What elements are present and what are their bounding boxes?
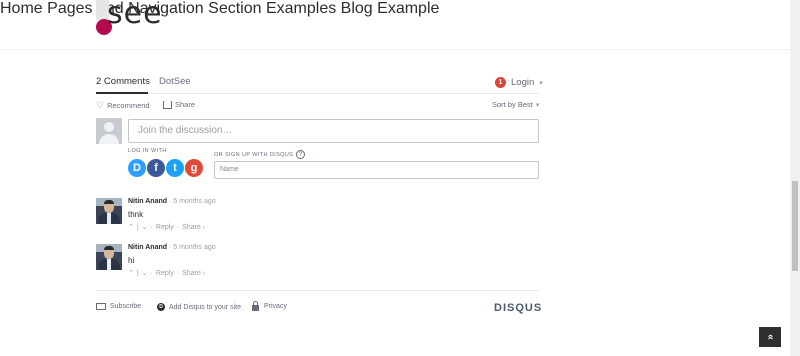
avatar-shirt bbox=[107, 259, 111, 270]
comment-text: thnk bbox=[128, 210, 144, 219]
separator: · bbox=[150, 224, 153, 231]
share-link[interactable]: Share › bbox=[182, 224, 205, 231]
comment-author[interactable]: Nitin Anand bbox=[128, 244, 167, 251]
tab-comments[interactable]: 2 Comments bbox=[96, 76, 150, 87]
comment-meta: Nitin Anand · 5 months ago bbox=[128, 244, 216, 251]
comment-actions: ⌃ | ⌄ · Reply · Share › bbox=[128, 269, 208, 277]
site-header: see Home Pages and Navigation Section Ex… bbox=[0, 0, 790, 50]
nav-blog-example[interactable]: Blog Example bbox=[341, 0, 440, 17]
avatar-hair bbox=[104, 246, 114, 250]
active-tab-indicator bbox=[96, 92, 148, 94]
envelope-icon bbox=[96, 303, 106, 310]
separator: · bbox=[176, 224, 180, 231]
share-button[interactable]: Share bbox=[163, 100, 195, 109]
vote-divider: | bbox=[136, 270, 139, 277]
sort-dropdown[interactable]: Sort by Best ▾ bbox=[492, 100, 539, 109]
login-with-heading: LOG IN WITH bbox=[128, 148, 167, 154]
reply-button[interactable]: Reply bbox=[156, 270, 174, 277]
comment-meta: Nitin Anand · 5 months ago bbox=[128, 198, 216, 205]
default-avatar bbox=[96, 118, 122, 144]
add-disqus-link[interactable]: D Add Disqus to your site bbox=[157, 303, 241, 311]
recommend-label: Recommend bbox=[107, 101, 150, 110]
help-icon[interactable]: ? bbox=[296, 150, 306, 159]
avatar-shirt bbox=[107, 213, 111, 224]
reply-button[interactable]: Reply bbox=[156, 224, 174, 231]
facebook-login-button[interactable]: f bbox=[147, 159, 165, 177]
twitter-login-button[interactable]: t bbox=[166, 159, 184, 177]
login-menu[interactable]: 1 Login ▾ bbox=[495, 77, 543, 88]
disqus-tabs: 2 Comments DotSee bbox=[96, 76, 539, 94]
upvote-icon[interactable]: ⌃ bbox=[128, 224, 134, 231]
site-logo[interactable]: see bbox=[96, 0, 162, 38]
avatar[interactable] bbox=[96, 244, 122, 270]
chevron-down-icon: ▾ bbox=[535, 101, 540, 109]
logo-text: see bbox=[107, 0, 163, 31]
add-disqus-label: Add Disqus to your site bbox=[169, 303, 241, 311]
scrollbar-track[interactable] bbox=[790, 0, 800, 356]
chevron-down-icon: ▾ bbox=[539, 79, 543, 87]
signup-heading: OR SIGN UP WITH DISQUS? bbox=[214, 150, 306, 159]
nav-home[interactable]: Home bbox=[0, 0, 43, 17]
login-label: Login bbox=[511, 77, 535, 88]
lock-icon bbox=[252, 300, 259, 311]
recommend-button[interactable]: ♡ Recommend bbox=[96, 100, 150, 111]
downvote-icon[interactable]: ⌄ bbox=[142, 270, 148, 277]
tab-community[interactable]: DotSee bbox=[159, 76, 191, 87]
separator: · bbox=[150, 270, 153, 277]
notification-badge: 1 bbox=[495, 77, 506, 88]
heart-icon: ♡ bbox=[96, 100, 105, 110]
comment-text: hi bbox=[128, 256, 135, 265]
google-login-button[interactable]: g bbox=[185, 159, 203, 177]
share-link[interactable]: Share › bbox=[182, 270, 205, 277]
subscribe-label: Subscribe bbox=[110, 303, 142, 310]
comment-time[interactable]: · 5 months ago bbox=[169, 244, 216, 251]
privacy-link[interactable]: Privacy bbox=[252, 300, 287, 311]
share-icon bbox=[163, 100, 172, 109]
avatar-hair bbox=[104, 200, 114, 204]
avatar-head bbox=[104, 122, 114, 132]
share-label: Share bbox=[175, 100, 196, 109]
name-field[interactable]: Name bbox=[214, 161, 539, 179]
privacy-label: Privacy bbox=[264, 303, 287, 310]
comment-time[interactable]: · 5 months ago bbox=[169, 198, 216, 205]
scrollbar-thumb[interactable] bbox=[792, 181, 798, 271]
disqus-logo[interactable]: DISQUS bbox=[494, 302, 542, 314]
double-chevron-up-icon[interactable]: « bbox=[759, 327, 781, 347]
nav-section-examples[interactable]: Section Examples bbox=[208, 0, 336, 17]
join-discussion-input[interactable]: Join the discussion… bbox=[128, 119, 539, 143]
comment-actions: ⌃ | ⌄ · Reply · Share › bbox=[128, 223, 208, 231]
downvote-icon[interactable]: ⌄ bbox=[142, 224, 148, 231]
vote-divider: | bbox=[136, 224, 139, 231]
comment-item: Nitin Anand · 5 months ago thnk ⌃ | ⌄ · Repl… bbox=[96, 198, 539, 238]
separator: · bbox=[176, 270, 180, 277]
footer-divider bbox=[96, 290, 539, 291]
comment-item: Nitin Anand · 5 months ago hi ⌃ | ⌄ · Reply ·… bbox=[96, 244, 539, 284]
comment-author[interactable]: Nitin Anand bbox=[128, 198, 167, 205]
disqus-login-button[interactable]: D bbox=[128, 159, 146, 177]
signup-label: OR SIGN UP WITH DISQUS bbox=[214, 151, 294, 158]
disqus-icon: D bbox=[157, 303, 165, 311]
subscribe-link[interactable]: Subscribe bbox=[96, 303, 141, 310]
avatar[interactable] bbox=[96, 198, 122, 224]
avatar-body bbox=[99, 134, 119, 144]
upvote-icon[interactable]: ⌃ bbox=[128, 270, 134, 277]
sort-label: Sort by Best bbox=[492, 100, 533, 109]
